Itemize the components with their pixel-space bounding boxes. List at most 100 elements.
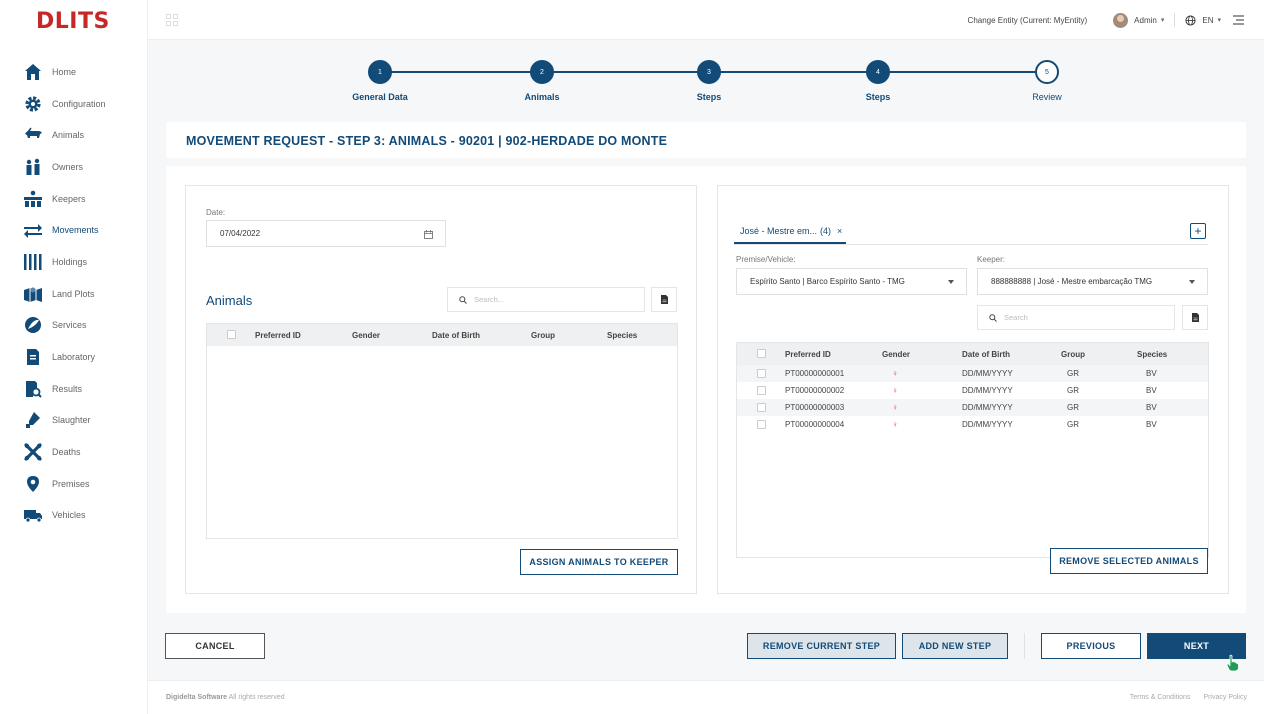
step-steps-4[interactable]: 4 Steps — [828, 60, 928, 102]
keeper-value: 888888888 | José - Mestre embarcação TMG — [991, 277, 1153, 286]
holdings-icon — [22, 252, 44, 272]
footer-copyright: Digidelta Software All rights reserved — [166, 694, 285, 701]
date-of-birth: DD/MM/YYYY — [962, 386, 1013, 395]
keeper-tab[interactable]: José - Mestre em... (4) × — [734, 218, 846, 244]
globe-icon[interactable] — [1185, 14, 1196, 26]
chevron-down-icon[interactable]: ▾ — [1161, 16, 1165, 24]
language-selector[interactable]: EN — [1202, 16, 1213, 25]
avatar[interactable] — [1113, 12, 1129, 28]
sidebar-item-label: Holdings — [52, 256, 88, 267]
step-steps-3[interactable]: 3 Steps — [659, 60, 759, 102]
divider — [1174, 13, 1176, 27]
select-all-checkbox[interactable] — [227, 330, 236, 339]
menu-icon[interactable] — [1233, 15, 1244, 25]
step-animals[interactable]: 2 Animals — [492, 60, 592, 102]
assign-animals-button[interactable]: ASSIGN ANIMALS TO KEEPER — [520, 549, 678, 575]
step-label: General Data — [352, 92, 408, 102]
table-row[interactable]: PT00000000002 ♀ DD/MM/YYYY GR BV — [737, 382, 1208, 399]
change-entity-link[interactable]: Change Entity (Current: MyEntity) — [968, 16, 1088, 25]
user-menu[interactable]: Admin — [1134, 16, 1157, 25]
step-label: Animals — [524, 92, 560, 102]
table-row[interactable]: PT00000000003 ♀ DD/MM/YYYY GR BV — [737, 399, 1208, 416]
sidebar-item-vehicles[interactable]: Vehicles — [0, 500, 148, 532]
sidebar-item-label: Configuration — [52, 98, 106, 109]
premise-select[interactable]: Espírito Santo | Barco Espírito Santo - … — [736, 268, 967, 295]
tab-divider — [734, 244, 1208, 245]
cancel-button[interactable]: CANCEL — [165, 633, 265, 659]
row-checkbox[interactable] — [757, 369, 766, 378]
sidebar-item-deaths[interactable]: Deaths — [0, 436, 148, 468]
privacy-link[interactable]: Privacy Policy — [1203, 694, 1247, 701]
sidebar-item-holdings[interactable]: Holdings — [0, 246, 148, 278]
female-icon: ♀ — [892, 420, 898, 429]
caret-down-icon — [948, 280, 954, 284]
remove-selected-animals-button[interactable]: REMOVE SELECTED ANIMALS — [1050, 548, 1208, 574]
chevron-down-icon[interactable]: ▾ — [1217, 16, 1221, 24]
page-title-card: MOVEMENT REQUEST - STEP 3: ANIMALS - 902… — [166, 122, 1246, 158]
column-header[interactable]: Date of Birth — [432, 331, 480, 340]
preferred-id: PT00000000004 — [785, 420, 845, 429]
column-header[interactable]: Group — [1061, 350, 1085, 359]
main-content: Date: 07/04/2022 Animals Search... Prefe… — [166, 166, 1246, 613]
column-header[interactable]: Preferred ID — [255, 331, 301, 340]
sidebar-item-laboratory[interactable]: Laboratory — [0, 341, 148, 373]
vehicles-icon — [22, 505, 44, 525]
apps-grid-icon[interactable] — [166, 14, 178, 26]
column-header[interactable]: Species — [1137, 350, 1167, 359]
sidebar-item-movements[interactable]: Movements — [0, 214, 148, 246]
sidebar-item-results[interactable]: Results — [0, 373, 148, 405]
caret-down-icon — [1189, 280, 1195, 284]
search-input[interactable]: Search... — [447, 287, 645, 312]
search-input[interactable]: Search — [977, 305, 1175, 330]
column-header[interactable]: Group — [531, 331, 555, 340]
sidebar-item-label: Deaths — [52, 447, 81, 458]
footer-brand: Digidelta Software — [166, 694, 228, 701]
sidebar-item-land-plots[interactable]: Land Plots — [0, 278, 148, 310]
keeper-select[interactable]: 888888888 | José - Mestre embarcação TMG — [977, 268, 1208, 295]
add-keeper-tab-button[interactable]: + — [1190, 223, 1206, 239]
slaughter-icon — [22, 410, 44, 430]
remove-current-step-button[interactable]: REMOVE CURRENT STEP — [747, 633, 896, 659]
table-header: Preferred ID Gender Date of Birth Group … — [207, 324, 677, 346]
close-icon[interactable]: × — [837, 226, 842, 236]
date-of-birth: DD/MM/YYYY — [962, 420, 1013, 429]
logo-text: DLITS — [36, 8, 110, 34]
sidebar-item-keepers[interactable]: Keepers — [0, 183, 148, 215]
sidebar-item-services[interactable]: Services — [0, 310, 148, 342]
sidebar-item-slaughter[interactable]: Slaughter — [0, 405, 148, 437]
add-new-step-button[interactable]: ADD NEW STEP — [902, 633, 1008, 659]
sidebar-item-premises[interactable]: Premises — [0, 468, 148, 500]
animals-section-title: Animals — [206, 293, 253, 308]
table-row[interactable]: PT00000000004 ♀ DD/MM/YYYY GR BV — [737, 416, 1208, 433]
date-field[interactable]: 07/04/2022 — [206, 220, 446, 247]
sidebar-item-configuration[interactable]: Configuration — [0, 88, 148, 120]
row-checkbox[interactable] — [757, 420, 766, 429]
sidebar-item-home[interactable]: Home — [0, 56, 148, 88]
select-all-checkbox[interactable] — [757, 349, 766, 358]
calendar-icon[interactable] — [424, 230, 433, 239]
row-checkbox[interactable] — [757, 386, 766, 395]
column-header[interactable]: Preferred ID — [785, 350, 831, 359]
sidebar-item-owners[interactable]: Owners — [0, 151, 148, 183]
footer-links: Terms & Conditions Privacy Policy — [1130, 694, 1247, 701]
column-header[interactable]: Species — [607, 331, 637, 340]
sidebar-item-animals[interactable]: Animals — [0, 119, 148, 151]
export-button[interactable] — [651, 287, 677, 312]
column-header[interactable]: Gender — [882, 350, 910, 359]
column-header[interactable]: Gender — [352, 331, 380, 340]
export-button[interactable] — [1182, 305, 1208, 330]
previous-button[interactable]: PREVIOUS — [1041, 633, 1141, 659]
search-placeholder: Search — [1004, 313, 1028, 322]
step-label: Steps — [865, 92, 891, 102]
date-value: 07/04/2022 — [220, 229, 261, 238]
column-header[interactable]: Date of Birth — [962, 350, 1010, 359]
row-checkbox[interactable] — [757, 403, 766, 412]
laboratory-icon — [22, 347, 44, 367]
step-general-data[interactable]: 1 General Data — [330, 60, 430, 102]
table-row[interactable]: PT00000000001 ♀ DD/MM/YYYY GR BV — [737, 365, 1208, 382]
group: GR — [1067, 403, 1079, 412]
step-review[interactable]: 5 Review — [997, 60, 1097, 102]
app-logo[interactable]: DLITS — [36, 8, 110, 34]
terms-link[interactable]: Terms & Conditions — [1130, 694, 1191, 701]
sidebar-nav: Home Configuration Animals Owners Keeper… — [0, 56, 148, 531]
